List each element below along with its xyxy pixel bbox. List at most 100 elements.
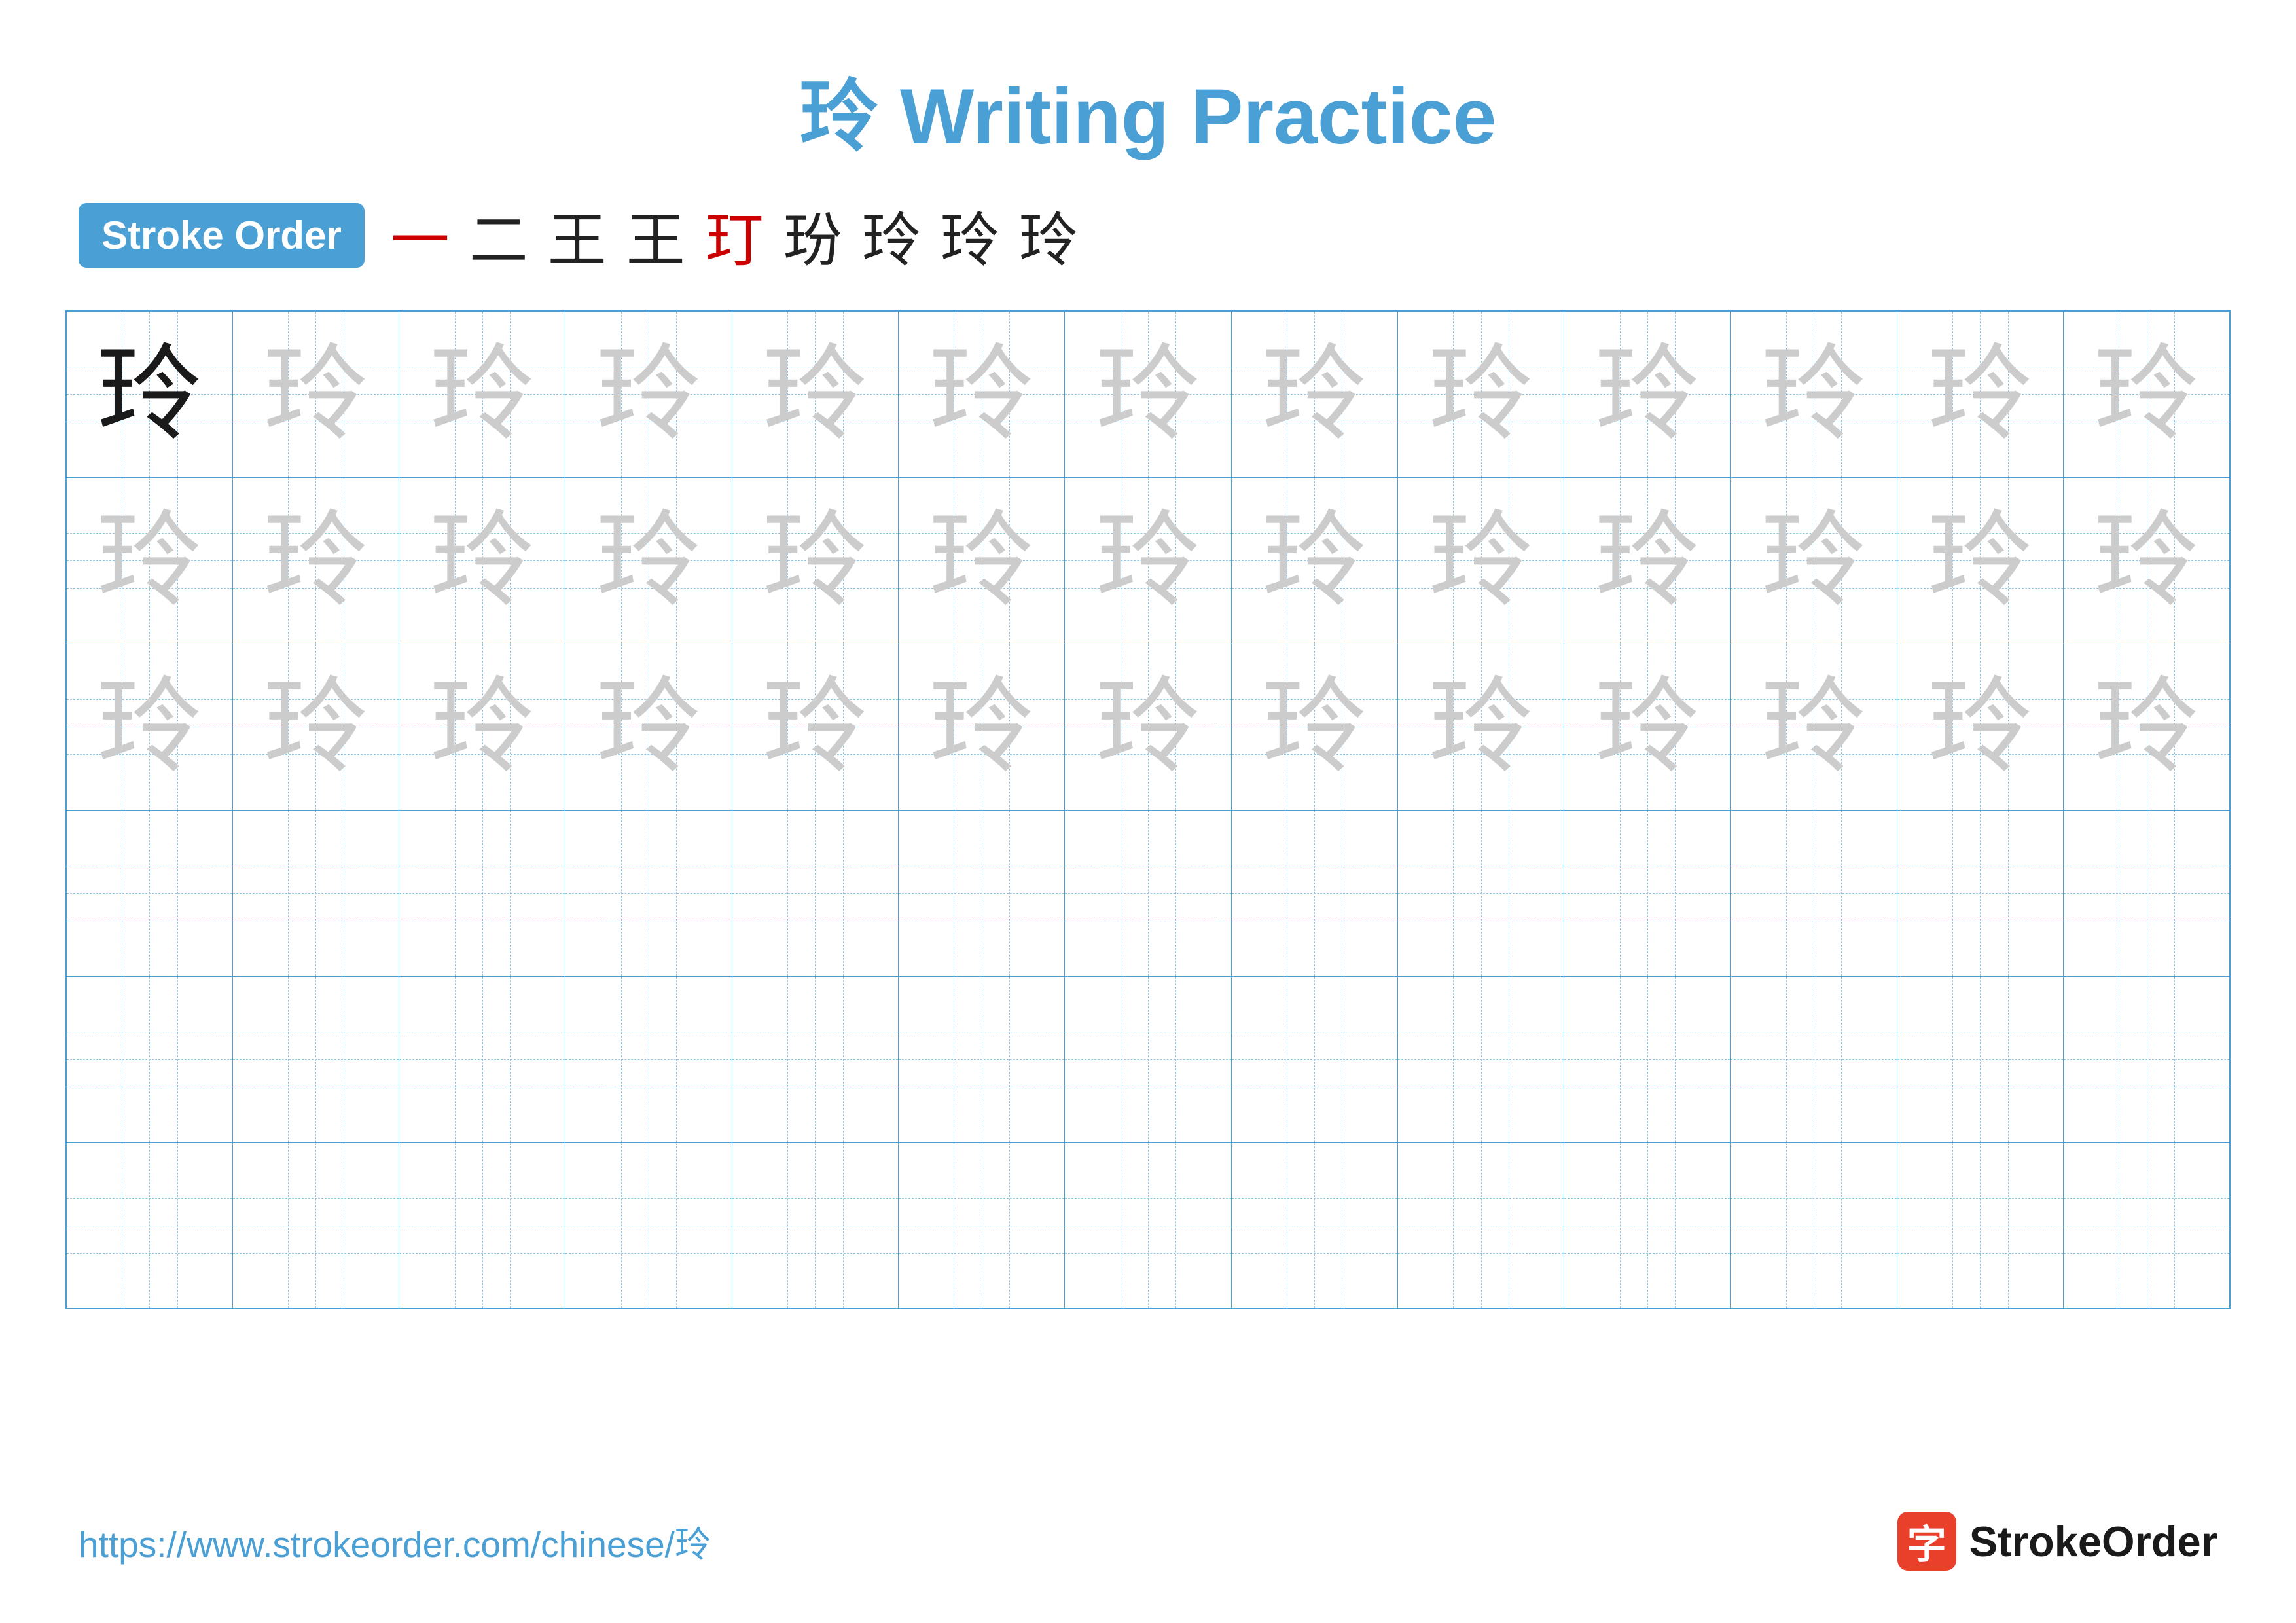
grid-cell[interactable]: 玲 — [1731, 311, 1897, 477]
grid-cell[interactable]: 玲 — [565, 644, 732, 810]
grid-cell[interactable] — [565, 810, 732, 976]
grid-cell[interactable]: 玲 — [2064, 644, 2230, 810]
grid-cell[interactable] — [732, 976, 898, 1142]
grid-cell[interactable]: 玲 — [232, 311, 399, 477]
practice-char: 玲 — [1928, 335, 2032, 452]
grid-cell[interactable] — [1564, 1142, 1731, 1309]
grid-cell[interactable]: 玲 — [1397, 311, 1564, 477]
grid-cell[interactable]: 玲 — [1065, 477, 1231, 644]
grid-cell[interactable]: 玲 — [1731, 477, 1897, 644]
stroke-4: 王 — [626, 192, 685, 278]
grid-cell[interactable]: 玲 — [732, 311, 898, 477]
grid-cell[interactable]: 玲 — [232, 477, 399, 644]
grid-cell[interactable]: 玲 — [399, 311, 565, 477]
grid-cell[interactable]: 玲 — [66, 644, 232, 810]
grid-cell[interactable] — [1065, 810, 1231, 976]
grid-cell[interactable]: 玲 — [1231, 311, 1397, 477]
practice-char: 玲 — [1096, 501, 1200, 619]
grid-cell[interactable]: 玲 — [1564, 477, 1731, 644]
grid-cell[interactable]: 玲 — [2064, 477, 2230, 644]
grid-cell[interactable] — [898, 1142, 1064, 1309]
grid-cell[interactable] — [2064, 1142, 2230, 1309]
grid-cell[interactable] — [898, 810, 1064, 976]
grid-cell[interactable] — [898, 976, 1064, 1142]
grid-cell[interactable] — [1231, 810, 1397, 976]
grid-cell[interactable] — [1231, 976, 1397, 1142]
practice-char: 玲 — [430, 668, 535, 785]
grid-cell[interactable] — [399, 810, 565, 976]
stroke-2: 二 — [469, 192, 528, 278]
grid-cell[interactable]: 玲 — [1731, 644, 1897, 810]
grid-cell[interactable]: 玲 — [1564, 311, 1731, 477]
grid-cell[interactable]: 玲 — [1065, 311, 1231, 477]
practice-char: 玲 — [1262, 335, 1367, 452]
grid-cell[interactable]: 玲 — [1231, 477, 1397, 644]
practice-char: 玲 — [929, 501, 1034, 619]
practice-char: 玲 — [1429, 501, 1534, 619]
grid-cell[interactable]: 玲 — [399, 477, 565, 644]
grid-cell[interactable]: 玲 — [1397, 644, 1564, 810]
grid-cell[interactable]: 玲 — [1065, 644, 1231, 810]
grid-cell[interactable] — [1564, 810, 1731, 976]
grid-cell[interactable] — [1897, 810, 2063, 976]
grid-cell[interactable]: 玲 — [232, 644, 399, 810]
grid-cell[interactable]: 玲 — [898, 644, 1064, 810]
grid-cell[interactable] — [66, 810, 232, 976]
grid-cell[interactable] — [1897, 1142, 2063, 1309]
practice-char: 玲 — [929, 668, 1034, 785]
grid-cell[interactable] — [1897, 976, 2063, 1142]
footer-logo: 字 StrokeOrder — [1897, 1512, 2217, 1571]
grid-cell[interactable] — [1065, 976, 1231, 1142]
grid-row — [66, 1142, 2230, 1309]
grid-cell[interactable] — [1065, 1142, 1231, 1309]
practice-char: 玲 — [97, 335, 202, 452]
grid-cell[interactable] — [66, 976, 232, 1142]
page-title: 玲 Writing Practice — [0, 0, 2296, 192]
grid-cell[interactable] — [2064, 976, 2230, 1142]
grid-cell[interactable] — [1564, 976, 1731, 1142]
practice-char: 玲 — [1761, 501, 1866, 619]
grid-cell[interactable]: 玲 — [66, 477, 232, 644]
grid-cell[interactable] — [1397, 976, 1564, 1142]
practice-char: 玲 — [2094, 668, 2199, 785]
grid-cell[interactable]: 玲 — [2064, 311, 2230, 477]
grid-cell[interactable]: 玲 — [1397, 477, 1564, 644]
grid-cell[interactable] — [565, 976, 732, 1142]
grid-cell[interactable] — [232, 976, 399, 1142]
grid-cell[interactable] — [565, 1142, 732, 1309]
grid-cell[interactable] — [732, 810, 898, 976]
grid-cell[interactable]: 玲 — [898, 311, 1064, 477]
practice-char: 玲 — [97, 668, 202, 785]
grid-cell[interactable] — [1731, 976, 1897, 1142]
practice-char: 玲 — [430, 335, 535, 452]
grid-cell[interactable]: 玲 — [399, 644, 565, 810]
practice-char: 玲 — [762, 668, 867, 785]
grid-cell[interactable]: 玲 — [565, 477, 732, 644]
grid-cell[interactable] — [1731, 810, 1897, 976]
grid-cell[interactable] — [1397, 1142, 1564, 1309]
grid-cell[interactable] — [2064, 810, 2230, 976]
grid-cell[interactable] — [1397, 810, 1564, 976]
grid-cell[interactable] — [732, 1142, 898, 1309]
grid-row: 玲 玲 玲 玲 玲 — [66, 311, 2230, 477]
grid-cell[interactable]: 玲 — [732, 477, 898, 644]
grid-cell[interactable]: 玲 — [1897, 644, 2063, 810]
grid-cell[interactable] — [1231, 1142, 1397, 1309]
grid-cell[interactable]: 玲 — [1897, 477, 2063, 644]
stroke-sequence: 一 二 王 王 玎 玢 玲 玲 玲 — [391, 192, 1078, 278]
practice-char: 玲 — [1096, 335, 1200, 452]
grid-cell[interactable]: 玲 — [66, 311, 232, 477]
grid-cell[interactable] — [66, 1142, 232, 1309]
grid-cell[interactable] — [232, 1142, 399, 1309]
grid-cell[interactable] — [399, 976, 565, 1142]
grid-cell[interactable]: 玲 — [1897, 311, 2063, 477]
grid-cell[interactable]: 玲 — [1231, 644, 1397, 810]
grid-cell[interactable] — [399, 1142, 565, 1309]
grid-cell[interactable]: 玲 — [1564, 644, 1731, 810]
grid-cell[interactable] — [1731, 1142, 1897, 1309]
grid-cell[interactable]: 玲 — [898, 477, 1064, 644]
grid-cell[interactable] — [232, 810, 399, 976]
grid-cell[interactable]: 玲 — [732, 644, 898, 810]
grid-cell[interactable]: 玲 — [565, 311, 732, 477]
grid-row: 玲 玲 玲 玲 玲 — [66, 644, 2230, 810]
